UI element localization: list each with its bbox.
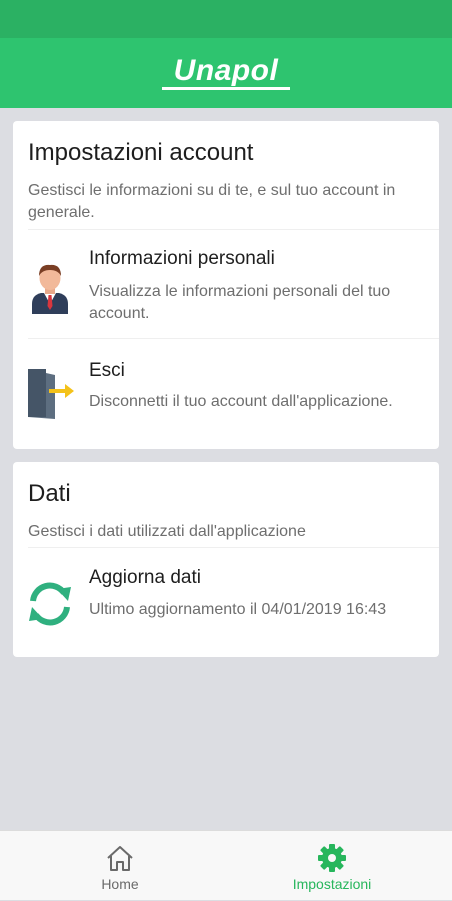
account-settings-title: Impostazioni account bbox=[28, 139, 254, 166]
logout-item[interactable]: Esci Disconnetti il tuo account dall'app… bbox=[13, 339, 439, 449]
app-title: Unapol bbox=[173, 54, 279, 87]
tab-settings-label: Impostazioni bbox=[292, 876, 372, 892]
bottom-tab-bar: Home Impostazioni bbox=[0, 830, 452, 900]
personal-info-description: Visualizza le informazioni personali del… bbox=[89, 283, 391, 322]
person-icon bbox=[32, 264, 68, 314]
app-header: Unapol bbox=[0, 38, 452, 108]
home-icon bbox=[107, 846, 133, 871]
account-settings-card: Impostazioni account Gestisci le informa… bbox=[13, 121, 439, 449]
logout-description: Disconnetti il tuo account dall'applicaz… bbox=[89, 393, 393, 410]
logo-underline bbox=[161, 87, 291, 90]
refresh-icon bbox=[29, 582, 71, 626]
data-card: Dati Gestisci i dati utilizzati dall'app… bbox=[13, 462, 439, 657]
account-settings-description: Gestisci le informazioni su di te, e sul… bbox=[28, 182, 396, 221]
gear-icon bbox=[318, 844, 346, 872]
personal-info-item[interactable]: Informazioni personali Visualizza le inf… bbox=[13, 230, 439, 338]
app-logo: Unapol bbox=[161, 54, 291, 90]
refresh-data-title: Aggiorna dati bbox=[89, 567, 201, 588]
refresh-data-description: Ultimo aggiornamento il 04/01/2019 16:43 bbox=[89, 601, 387, 618]
tab-home[interactable]: Home bbox=[7, 831, 233, 901]
tab-settings[interactable]: Impostazioni bbox=[219, 831, 445, 901]
data-title: Dati bbox=[28, 480, 71, 507]
tab-home-label: Home bbox=[101, 876, 139, 892]
data-description: Gestisci i dati utilizzati dall'applicaz… bbox=[28, 523, 306, 540]
personal-info-title: Informazioni personali bbox=[89, 248, 275, 269]
status-bar bbox=[0, 0, 452, 38]
refresh-data-item[interactable]: Aggiorna dati Ultimo aggiornamento il 04… bbox=[13, 548, 439, 657]
logout-door-icon bbox=[28, 369, 74, 419]
logout-title: Esci bbox=[89, 360, 125, 381]
